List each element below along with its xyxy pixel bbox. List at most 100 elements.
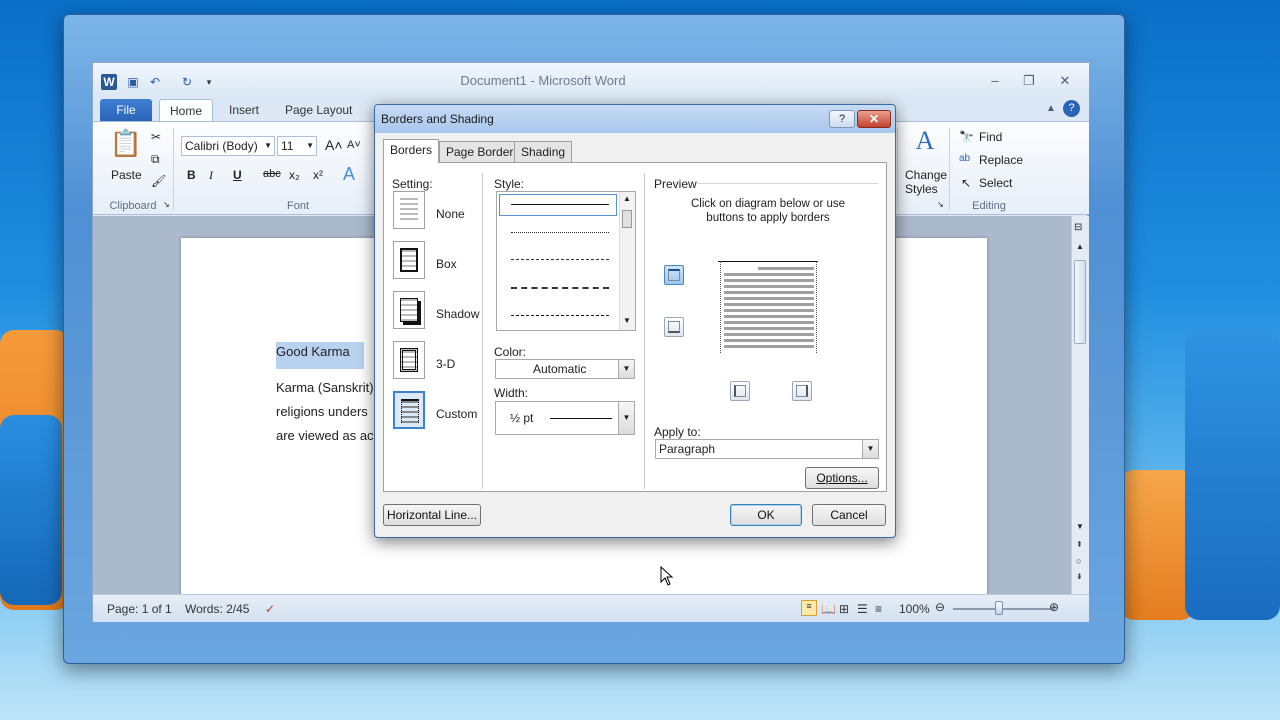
- options-button[interactable]: Options...: [805, 467, 879, 489]
- color-select[interactable]: Automatic ▼: [495, 359, 635, 379]
- print-layout-icon[interactable]: ≡: [801, 600, 817, 616]
- page-count[interactable]: Page: 1 of 1: [107, 602, 172, 616]
- draft-icon[interactable]: ≡: [875, 602, 882, 616]
- italic-button[interactable]: I: [209, 168, 213, 183]
- zoom-out-icon[interactable]: ⊖: [935, 600, 945, 614]
- grow-font-icon[interactable]: A˄: [325, 137, 343, 153]
- text-effects-icon[interactable]: A: [343, 164, 355, 185]
- setting-shadow-button[interactable]: [393, 291, 425, 329]
- web-layout-icon[interactable]: ⊞: [839, 602, 849, 616]
- left-border-button[interactable]: [730, 381, 750, 401]
- setting-box-label[interactable]: Box: [436, 257, 457, 271]
- style-dotted[interactable]: [511, 232, 609, 233]
- change-styles-label[interactable]: Change: [905, 168, 947, 182]
- font-name-select[interactable]: Calibri (Body) ▼: [181, 136, 275, 156]
- setting-3d-label[interactable]: 3-D: [436, 357, 455, 371]
- save-icon[interactable]: ▣: [125, 74, 141, 90]
- cancel-button[interactable]: Cancel: [812, 504, 886, 526]
- subscript-button[interactable]: x₂: [289, 168, 300, 182]
- ruler-toggle-icon[interactable]: ⊟: [1074, 222, 1082, 233]
- apply-to-select[interactable]: Paragraph ▼: [655, 439, 879, 459]
- vertical-scrollbar[interactable]: ⊟ ▲ ▼ ⇞ ○ ⇟: [1071, 216, 1089, 594]
- style-dash-dot[interactable]: [511, 315, 609, 316]
- format-painter-icon[interactable]: 🖌: [151, 174, 166, 188]
- ribbon-collapse-icon[interactable]: ▲: [1041, 101, 1061, 117]
- browse-object-icon[interactable]: ○: [1076, 556, 1081, 566]
- restore-icon[interactable]: ❐: [1019, 73, 1039, 89]
- customize-icon[interactable]: ▾: [201, 74, 217, 90]
- dialog-close-button[interactable]: ✕: [857, 110, 891, 128]
- tab-file[interactable]: File: [100, 99, 152, 121]
- proofing-icon[interactable]: ✓: [265, 602, 275, 616]
- scroll-down-icon[interactable]: ▼: [1076, 522, 1084, 531]
- undo-icon[interactable]: ↶: [147, 74, 163, 90]
- copy-icon[interactable]: ⧉: [151, 152, 160, 167]
- style-list[interactable]: ▲ ▼: [496, 191, 636, 331]
- setting-3d-button[interactable]: [393, 341, 425, 379]
- zoom-slider-thumb[interactable]: [995, 601, 1003, 615]
- document-heading[interactable]: Good Karma: [276, 342, 364, 369]
- style-dashed-small[interactable]: [511, 259, 609, 260]
- tab-home[interactable]: Home: [159, 99, 214, 121]
- scroll-thumb[interactable]: [622, 210, 632, 228]
- tab-borders[interactable]: Borders: [383, 139, 440, 163]
- paste-icon[interactable]: 📋: [109, 128, 143, 159]
- replace-button[interactable]: Replace: [979, 153, 1023, 167]
- horizontal-line-button[interactable]: Horizontal Line...: [383, 504, 481, 526]
- width-select[interactable]: ½ pt ▼: [495, 401, 635, 435]
- change-styles-label-2[interactable]: Styles: [905, 182, 938, 196]
- preview-diagram[interactable]: [718, 253, 818, 353]
- select-button[interactable]: Select: [979, 176, 1012, 190]
- outline-icon[interactable]: ☰: [857, 602, 868, 616]
- paste-button[interactable]: Paste: [111, 168, 142, 182]
- style-selected[interactable]: [499, 194, 617, 216]
- word-count[interactable]: Words: 2/45: [185, 602, 249, 616]
- top-border-button[interactable]: [664, 265, 684, 285]
- clipboard-launcher-icon[interactable]: ↘: [163, 200, 170, 209]
- help-icon[interactable]: ?: [1063, 100, 1080, 117]
- style-list-scrollbar[interactable]: ▲ ▼: [619, 192, 635, 330]
- tab-insert[interactable]: Insert: [219, 99, 269, 121]
- zoom-slider-track[interactable]: [953, 608, 1053, 610]
- prev-page-icon[interactable]: ⇞: [1076, 540, 1083, 549]
- next-page-icon[interactable]: ⇟: [1076, 572, 1083, 581]
- bottom-border-button[interactable]: [664, 317, 684, 337]
- scroll-up-icon[interactable]: ▲: [623, 194, 631, 203]
- setting-none-label[interactable]: None: [436, 207, 465, 221]
- setting-custom-button[interactable]: [393, 391, 425, 429]
- close-icon[interactable]: ✕: [1055, 73, 1075, 89]
- find-button[interactable]: Find: [979, 130, 1002, 144]
- minimize-icon[interactable]: –: [985, 73, 1005, 89]
- bold-button[interactable]: B: [187, 168, 196, 182]
- scroll-up-icon[interactable]: ▲: [1076, 242, 1084, 251]
- tab-page-border[interactable]: Page Border: [439, 141, 521, 162]
- setting-box-button[interactable]: [393, 241, 425, 279]
- underline-button[interactable]: U: [233, 168, 242, 182]
- change-styles-icon[interactable]: A: [905, 126, 945, 156]
- tab-shading[interactable]: Shading: [514, 141, 573, 162]
- ok-button[interactable]: OK: [730, 504, 802, 526]
- document-line[interactable]: are viewed as ac: [276, 428, 374, 443]
- setting-custom-label[interactable]: Custom: [436, 407, 477, 421]
- cut-icon[interactable]: ✂: [151, 130, 161, 144]
- scroll-thumb[interactable]: [1074, 260, 1086, 344]
- document-line[interactable]: Karma (Sanskrit): [276, 380, 374, 395]
- selected-text[interactable]: Good Karma: [276, 342, 364, 369]
- setting-none-button[interactable]: [393, 191, 425, 229]
- style-dashed-large[interactable]: [511, 287, 609, 289]
- shrink-font-icon[interactable]: A˅: [347, 139, 361, 151]
- right-border-button[interactable]: [792, 381, 812, 401]
- setting-shadow-label[interactable]: Shadow: [436, 307, 479, 321]
- tab-page-layout[interactable]: Page Layout: [275, 99, 362, 121]
- scroll-down-icon[interactable]: ▼: [623, 316, 631, 325]
- redo-icon[interactable]: ↻: [179, 74, 195, 90]
- full-screen-reading-icon[interactable]: 📖: [821, 602, 836, 616]
- zoom-in-icon[interactable]: ⊕: [1049, 600, 1059, 614]
- styles-launcher-icon[interactable]: ↘: [937, 200, 944, 209]
- superscript-button[interactable]: x²: [313, 168, 323, 182]
- word-logo-icon[interactable]: W: [101, 74, 117, 90]
- document-line[interactable]: religions unders: [276, 404, 368, 419]
- zoom-level[interactable]: 100%: [899, 602, 930, 616]
- font-size-select[interactable]: 11 ▼: [277, 136, 317, 156]
- strikethrough-button[interactable]: abc: [263, 168, 281, 180]
